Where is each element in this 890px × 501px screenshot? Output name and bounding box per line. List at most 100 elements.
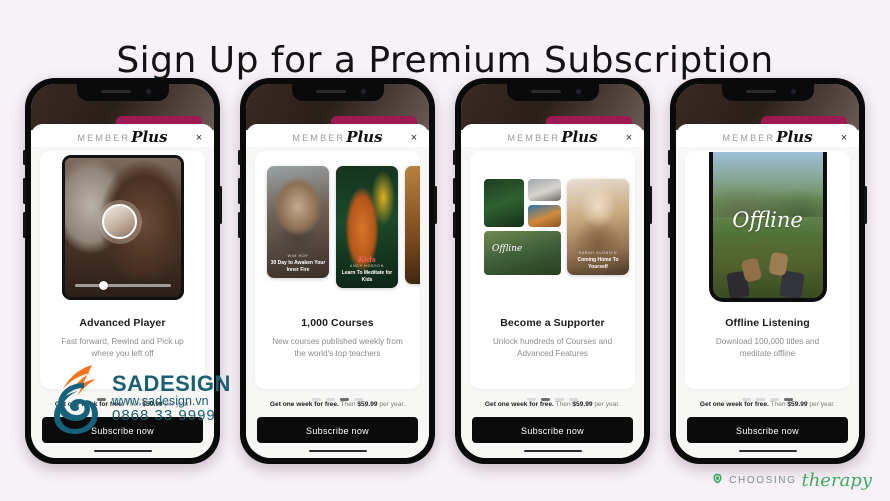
price-period-label: per year. bbox=[592, 400, 621, 408]
subscribe-button[interactable]: Subscribe now bbox=[42, 416, 203, 443]
leaf-icon bbox=[711, 472, 724, 490]
mute-switch bbox=[453, 150, 456, 165]
member-plus-logo: MEMBER Plus bbox=[292, 127, 383, 146]
member-plus-logo: MEMBER Plus bbox=[722, 127, 812, 146]
premium-modal-sheet: MEMBER Plus × WIM HOF 30 Day to Awaken Y bbox=[246, 124, 429, 458]
volume-down-button bbox=[23, 212, 26, 238]
power-button bbox=[864, 186, 867, 224]
front-camera bbox=[790, 89, 796, 94]
course-card[interactable]: WIM HOF 30 Day to Awaken Your Inner Fire bbox=[267, 166, 329, 279]
featured-course-card[interactable]: SARAH BLONDIN Coming Home To Yourself bbox=[567, 179, 629, 276]
modal-footer: Get one week for free. Then $59.99 per y… bbox=[31, 401, 214, 458]
subscribe-button[interactable]: Subscribe now bbox=[472, 416, 633, 443]
grid-thumb-offline[interactable]: Offline bbox=[484, 231, 561, 276]
offline-script-label: Offline bbox=[492, 244, 523, 255]
phone-notch bbox=[721, 84, 814, 101]
phone-notch bbox=[506, 84, 599, 101]
course-carousel[interactable]: WIM HOF 30 Day to Awaken Your Inner Fire… bbox=[255, 166, 420, 289]
course-author: WIM HOF bbox=[287, 254, 309, 259]
feature-title: Offline Listening bbox=[725, 317, 810, 330]
phone-screen-1: MEMBER Plus × Advanced Player Fast forwa… bbox=[31, 84, 214, 458]
plus-label: Plus bbox=[346, 127, 383, 146]
course-grid[interactable]: Offline SARAH BLONDIN Coming Home To You… bbox=[470, 179, 635, 276]
course-title: Learn To Meditate for Kids bbox=[341, 270, 393, 283]
price-then-label: Then bbox=[553, 400, 573, 408]
grid-top-row bbox=[484, 179, 561, 228]
earpiece-speaker bbox=[530, 90, 561, 93]
price-amount: $59.99 bbox=[142, 400, 163, 408]
home-indicator bbox=[308, 449, 367, 452]
mute-switch bbox=[668, 150, 671, 165]
front-camera bbox=[145, 89, 151, 94]
mute-switch bbox=[23, 150, 26, 165]
feature-subtitle: New courses published weekly from the wo… bbox=[272, 337, 403, 359]
feature-title: 1,000 Courses bbox=[301, 317, 374, 330]
modal-footer: Get one week for free. Then $59.99 per y… bbox=[676, 401, 859, 458]
price-period-label: per year. bbox=[377, 400, 406, 408]
price-text: Get one week for free. Then $59.99 per y… bbox=[472, 401, 633, 410]
volume-down-button bbox=[453, 212, 456, 238]
member-plus-logo: MEMBER Plus bbox=[507, 127, 597, 146]
close-icon[interactable]: × bbox=[408, 132, 420, 144]
price-then-label: Then bbox=[338, 400, 358, 408]
modal-header: MEMBER Plus × bbox=[676, 124, 859, 148]
feature-subtitle: Fast forward, Rewind and Pick up where y… bbox=[61, 337, 184, 359]
feature-media-course-grid: Offline SARAH BLONDIN Coming Home To You… bbox=[470, 151, 635, 303]
featured-caption: SARAH BLONDIN Coming Home To Yourself bbox=[567, 251, 629, 270]
price-text: Get one week for free. Then $59.99 per y… bbox=[257, 401, 418, 410]
plus-label: Plus bbox=[131, 127, 168, 146]
avatar-ring bbox=[97, 199, 142, 244]
feature-card-1: Advanced Player Fast forward, Rewind and… bbox=[40, 151, 205, 390]
phone-notch bbox=[76, 84, 169, 101]
feature-card-4: Offline Offline Listening Download 100,0… bbox=[685, 151, 850, 390]
close-icon[interactable]: × bbox=[838, 132, 850, 144]
volume-up-button bbox=[453, 178, 456, 204]
course-card[interactable]: Kids ANDY HOBSON Learn To Meditate for K… bbox=[336, 166, 398, 289]
playback-slider[interactable] bbox=[74, 280, 171, 290]
price-amount: $59.99 bbox=[787, 400, 808, 408]
grid-thumb-doorway[interactable] bbox=[528, 205, 561, 228]
price-amount: $59.99 bbox=[572, 400, 593, 408]
subscribe-button[interactable]: Subscribe now bbox=[257, 416, 418, 443]
phone-mockup-2: MEMBER Plus × WIM HOF 30 Day to Awaken Y bbox=[238, 78, 437, 464]
power-button bbox=[219, 186, 222, 224]
feature-card-3: Offline SARAH BLONDIN Coming Home To You… bbox=[470, 151, 635, 390]
grid-thumb-leaf[interactable] bbox=[484, 179, 524, 228]
earpiece-speaker bbox=[315, 90, 346, 93]
grid-stack bbox=[528, 179, 561, 228]
feature-media-video-player bbox=[40, 151, 205, 303]
choosing-therapy-logo: CHOOSING therapy bbox=[711, 470, 872, 491]
page-title: Sign Up for a Premium Subscription bbox=[116, 40, 774, 82]
member-label: MEMBER bbox=[292, 132, 346, 143]
featured-author: SARAH BLONDIN bbox=[578, 251, 618, 256]
phone-mockup-3: MEMBER Plus × Offline SARAH BLONDIN Comi… bbox=[453, 78, 652, 464]
close-icon[interactable]: × bbox=[623, 132, 635, 144]
offline-phone-preview: Offline bbox=[708, 152, 827, 303]
power-button bbox=[649, 186, 652, 224]
grid-left-column: Offline bbox=[484, 179, 561, 276]
member-label: MEMBER bbox=[77, 132, 131, 143]
logo-word: CHOOSING bbox=[729, 475, 797, 486]
power-button bbox=[434, 186, 437, 224]
feature-subtitle: Unlock hundreds of Courses and Advanced … bbox=[492, 337, 613, 359]
premium-modal-sheet: MEMBER Plus × Advanced Player Fast forwa… bbox=[31, 124, 214, 458]
feature-title: Become a Supporter bbox=[500, 317, 605, 330]
close-icon[interactable]: × bbox=[193, 132, 205, 144]
phone-mockup-row: MEMBER Plus × Advanced Player Fast forwa… bbox=[0, 78, 890, 468]
grid-thumb-portrait[interactable] bbox=[528, 179, 561, 202]
course-author: ANDY HOBSON bbox=[349, 264, 385, 269]
home-indicator bbox=[523, 449, 582, 452]
feature-media-offline-phone: Offline bbox=[685, 151, 850, 303]
offline-script-label: Offline bbox=[732, 207, 803, 232]
price-free-label: Get one week for free. bbox=[484, 400, 554, 408]
modal-header: MEMBER Plus × bbox=[461, 124, 644, 148]
course-title: 30 Day to Awaken Your Inner Fire bbox=[270, 260, 326, 273]
avatar bbox=[102, 204, 137, 240]
price-text: Get one week for free. Then $59.99 per y… bbox=[687, 401, 848, 410]
subscribe-button[interactable]: Subscribe now bbox=[687, 416, 848, 443]
video-player-preview bbox=[61, 154, 184, 300]
home-indicator bbox=[738, 449, 797, 452]
course-card-partial[interactable] bbox=[405, 166, 420, 285]
volume-down-button bbox=[668, 212, 671, 238]
course-kicker: Kids bbox=[358, 255, 376, 265]
